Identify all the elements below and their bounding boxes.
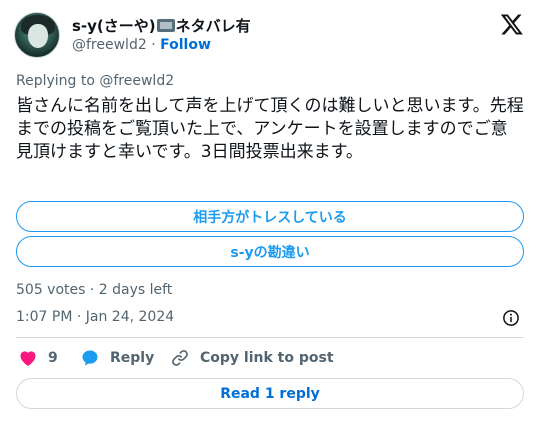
tv-icon	[156, 19, 175, 32]
poll-meta: 505 votes · 2 days left	[16, 282, 173, 298]
x-logo-icon[interactable]	[500, 12, 524, 36]
divider	[16, 337, 524, 338]
link-icon	[172, 350, 188, 366]
info-icon[interactable]	[502, 309, 520, 327]
tweet-header: s-y(さーや) ネタバレ有 @freewld2 · Follow	[14, 12, 526, 62]
like-count: 9	[48, 350, 58, 366]
tweet-text: 皆さんに名前を出して声を上げて頂くのは難しいと思います。先程までの投稿をご覧頂い…	[16, 96, 524, 162]
display-name[interactable]: s-y(さーや) ネタバレ有	[72, 15, 251, 36]
reply-button[interactable]: Reply	[80, 348, 154, 368]
display-name-text: s-y(さーや)	[72, 17, 156, 35]
copy-link-button[interactable]: Copy link to post	[170, 348, 334, 368]
user-handle[interactable]: @freewld2	[72, 37, 147, 53]
follow-link[interactable]: Follow	[160, 37, 211, 53]
action-bar: 9 Reply Copy link to post	[16, 348, 524, 370]
reply-bubble-icon	[82, 350, 98, 366]
timestamp[interactable]: 1:07 PM · Jan 24, 2024	[16, 309, 174, 325]
avatar[interactable]	[14, 12, 60, 58]
read-replies-button[interactable]: Read 1 reply	[16, 378, 524, 409]
replying-to[interactable]: Replying to @freewld2	[16, 73, 174, 89]
avatar-face	[28, 24, 48, 48]
copy-link-label: Copy link to post	[200, 350, 334, 366]
like-button[interactable]: 9	[18, 348, 58, 368]
handle-separator: ·	[151, 37, 156, 53]
reply-label: Reply	[110, 350, 155, 366]
poll-option-1[interactable]: 相手方がトレスしている	[16, 201, 524, 232]
display-name-suffix: ネタバレ有	[175, 17, 251, 35]
heart-icon	[20, 351, 36, 366]
handle-row: @freewld2 · Follow	[72, 37, 211, 53]
poll-option-2[interactable]: s-yの勘違い	[16, 236, 524, 267]
